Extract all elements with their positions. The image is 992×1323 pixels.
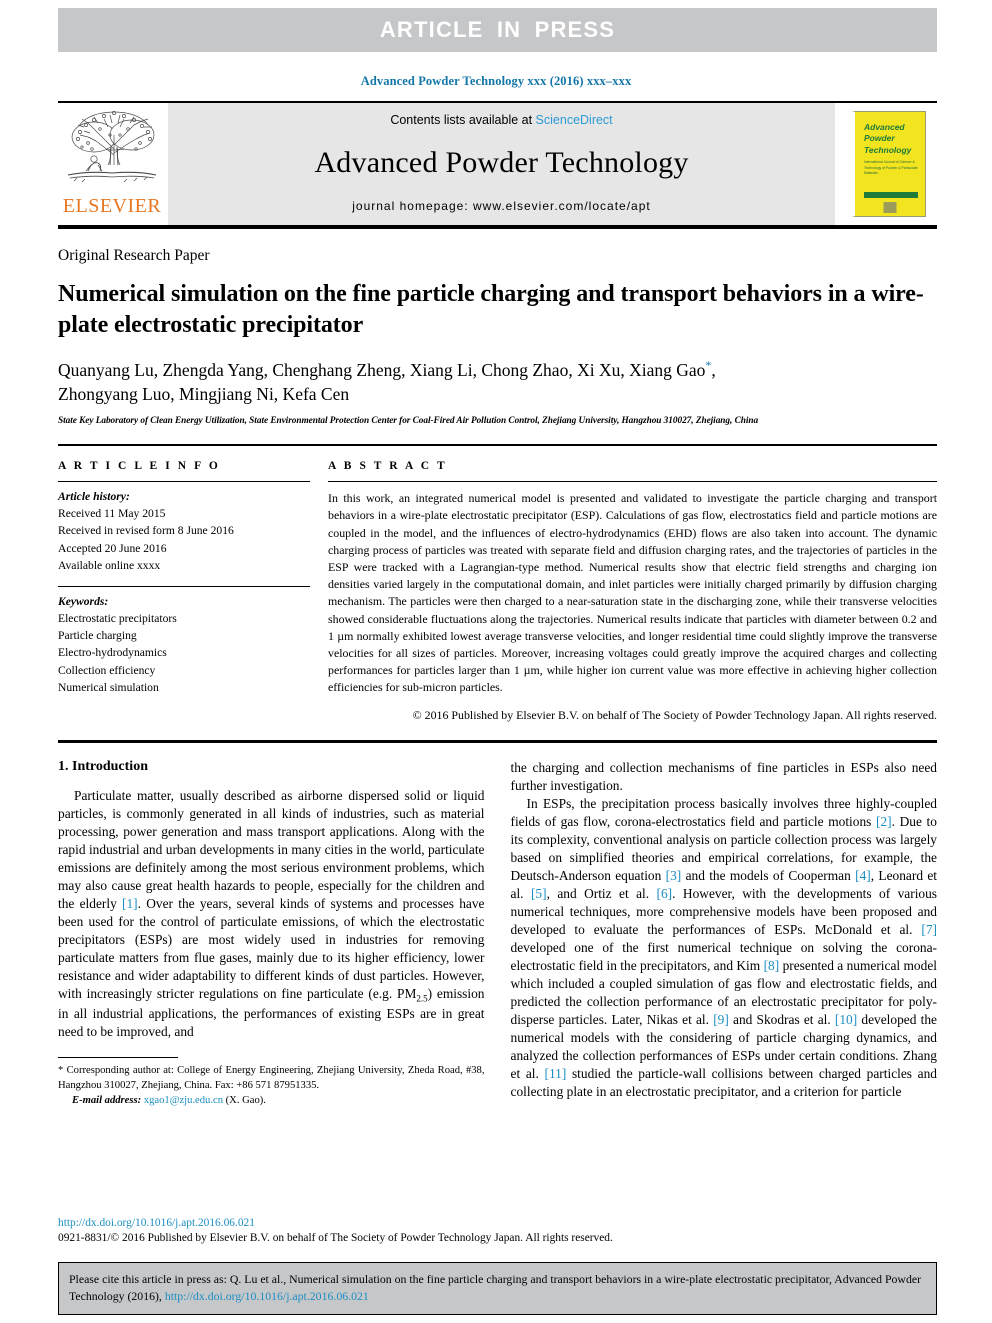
intro-right-text-k: studied the particle-wall collisions bet… — [510, 1066, 938, 1100]
footnote-text: Corresponding author at: College of Ener… — [58, 1064, 485, 1091]
info-divider-mid — [58, 585, 310, 587]
intro-right-text-i: and Skodras et al. — [728, 1012, 835, 1028]
body-column-right: the charging and collection mechanisms o… — [511, 759, 938, 1108]
article-info-heading: A R T I C L E I N F O — [58, 460, 221, 473]
abstract-text: In this work, an integrated numerical mo… — [328, 491, 937, 695]
author-line-1: Quanyang Lu, Zhengda Yang, Chenghang Zhe… — [58, 360, 706, 381]
citation-ref-8[interactable]: [8] — [764, 958, 780, 973]
intro-right-text-e: , and Ortiz et al. — [546, 886, 657, 902]
citation-ref-2[interactable]: [2] — [876, 814, 892, 829]
email-link[interactable]: xgao1@zju.edu.cn — [144, 1095, 223, 1106]
journal-cover-image: Advanced Powder Technology International… — [852, 111, 926, 217]
journal-homepage-link[interactable]: journal homepage: www.elsevier.com/locat… — [352, 199, 650, 213]
citation-ref-9[interactable]: [9] — [713, 1012, 729, 1027]
journal-masthead: ELSEVIER Contents lists available at Sci… — [58, 101, 937, 229]
intro-left-text-b: . Over the years, several kinds of syste… — [58, 895, 485, 1002]
journal-title: Advanced Powder Technology — [314, 146, 689, 179]
section-heading-introduction: 1. Introduction — [58, 758, 148, 774]
history-item: Accepted 20 June 2016 — [58, 541, 167, 555]
email-owner: (X. Gao). — [223, 1095, 266, 1107]
contents-prefix-label: Contents lists available at — [390, 113, 536, 127]
keyword-item: Numerical simulation — [58, 680, 159, 694]
body-column-left: 1. Introduction Particulate matter, usua… — [58, 759, 485, 1108]
intro-right-text-a: In ESPs, the precipitation process basic… — [510, 795, 938, 829]
abstract-copyright: © 2016 Published by Elsevier B.V. on beh… — [412, 707, 937, 722]
history-item: Available online xxxx — [58, 558, 161, 572]
journal-reference-line: Advanced Powder Technology xxx (2016) xx… — [360, 74, 632, 88]
keyword-item: Collection efficiency — [58, 663, 156, 677]
journal-cover-thumbnail: Advanced Powder Technology International… — [841, 103, 937, 225]
keyword-item: Electrostatic precipitators — [58, 612, 177, 626]
body-columns: 1. Introduction Particulate matter, usua… — [58, 759, 937, 1108]
intro-right-text-c: and the models of Cooperman — [681, 867, 856, 883]
citation-ref-1[interactable]: [1] — [122, 896, 138, 911]
elsevier-tree-icon — [67, 111, 157, 183]
keyword-item: Particle charging — [58, 629, 137, 643]
keywords-label: Keywords: — [58, 594, 109, 608]
intro-paragraph-left: Particulate matter, usually described as… — [58, 787, 485, 1041]
article-content: Original Research Paper Numerical simula… — [58, 247, 937, 1108]
article-in-press-label: ARTICLE IN PRESS — [379, 17, 616, 42]
article-history-block: Article history: Received 11 May 2015 Re… — [58, 488, 310, 574]
author-line-2: Zhongyang Luo, Mingjiang Ni, Kefa Cen — [58, 383, 350, 404]
cover-green-bar — [864, 192, 918, 198]
history-item: Received in revised form 8 June 2016 — [58, 524, 234, 538]
keywords-block: Keywords: Electrostatic precipitators Pa… — [58, 593, 310, 696]
cover-title-line3: Technology — [864, 144, 912, 155]
footnote-block: * Corresponding author at: College of En… — [58, 1063, 485, 1108]
article-in-press-banner: ARTICLE IN PRESS — [58, 8, 937, 52]
cover-subtitle: International Journal of Science & Techn… — [864, 160, 918, 175]
paper-page: ARTICLE IN PRESS Advanced Powder Technol… — [0, 0, 992, 1323]
keyword-item: Electro-hydrodynamics — [58, 646, 167, 660]
body-top-divider — [58, 739, 937, 743]
sciencedirect-link[interactable]: ScienceDirect — [536, 113, 613, 127]
citation-ref-3[interactable]: [3] — [666, 868, 682, 883]
intro-paragraph-right-cont: the charging and collection mechanisms o… — [510, 759, 938, 793]
article-history-label: Article history: — [58, 490, 130, 504]
doi-link[interactable]: http://dx.doi.org/10.1016/j.apt.2016.06.… — [58, 1216, 937, 1231]
citation-ref-6[interactable]: [6] — [657, 886, 673, 901]
affiliation: State Key Laboratory of Clean Energy Uti… — [58, 416, 759, 427]
footnote-divider — [58, 1056, 178, 1058]
info-abstract-section: A R T I C L E I N F O Article history: R… — [58, 444, 937, 724]
please-cite-text: Please cite this article in press as: Q.… — [69, 1271, 926, 1305]
abstract-divider — [328, 481, 937, 483]
intro-paragraph-right-2: In ESPs, the precipitation process basic… — [511, 795, 938, 1102]
citation-ref-7[interactable]: [7] — [921, 922, 937, 937]
info-divider-top — [58, 481, 310, 483]
corresponding-author-marker: * — [705, 358, 712, 373]
elsevier-logo: ELSEVIER — [58, 103, 166, 225]
author-list: Quanyang Lu, Zhengda Yang, Chenghang Zhe… — [58, 358, 716, 404]
citation-ref-4[interactable]: [4] — [855, 868, 871, 883]
citation-ref-5[interactable]: [5] — [531, 886, 547, 901]
article-info-column: A R T I C L E I N F O Article history: R… — [58, 460, 310, 724]
article-type-label: Original Research Paper — [58, 247, 210, 264]
history-item: Received 11 May 2015 — [58, 507, 166, 521]
citation-ref-11[interactable]: [11] — [544, 1066, 566, 1081]
page-footer-meta: http://dx.doi.org/10.1016/j.apt.2016.06.… — [58, 1216, 937, 1246]
cover-publisher-mark — [883, 202, 897, 213]
intro-left-text-a: Particulate matter, usually described as… — [58, 787, 485, 911]
please-cite-box: Please cite this article in press as: Q.… — [58, 1262, 937, 1315]
cover-title-line1: Advanced — [864, 122, 905, 132]
pm-subscript: 2.5 — [416, 993, 428, 1004]
abstract-column: A B S T R A C T In this work, an integra… — [328, 460, 937, 724]
page-title: Numerical simulation on the fine particl… — [58, 281, 924, 339]
abstract-heading: A B S T R A C T — [328, 460, 448, 473]
cite-doi-link[interactable]: http://dx.doi.org/10.1016/j.apt.2016.06.… — [165, 1289, 369, 1303]
citation-ref-10[interactable]: [10] — [835, 1012, 857, 1027]
cover-title-line2: Powder — [864, 133, 895, 144]
elsevier-wordmark: ELSEVIER — [62, 195, 162, 217]
email-address-label: E-mail address: — [72, 1095, 142, 1107]
issn-copyright-line: 0921-8831/© 2016 Published by Elsevier B… — [58, 1231, 613, 1244]
journal-title-block: Contents lists available at ScienceDirec… — [168, 103, 835, 225]
contents-available-line: Contents lists available at ScienceDirec… — [390, 113, 612, 127]
